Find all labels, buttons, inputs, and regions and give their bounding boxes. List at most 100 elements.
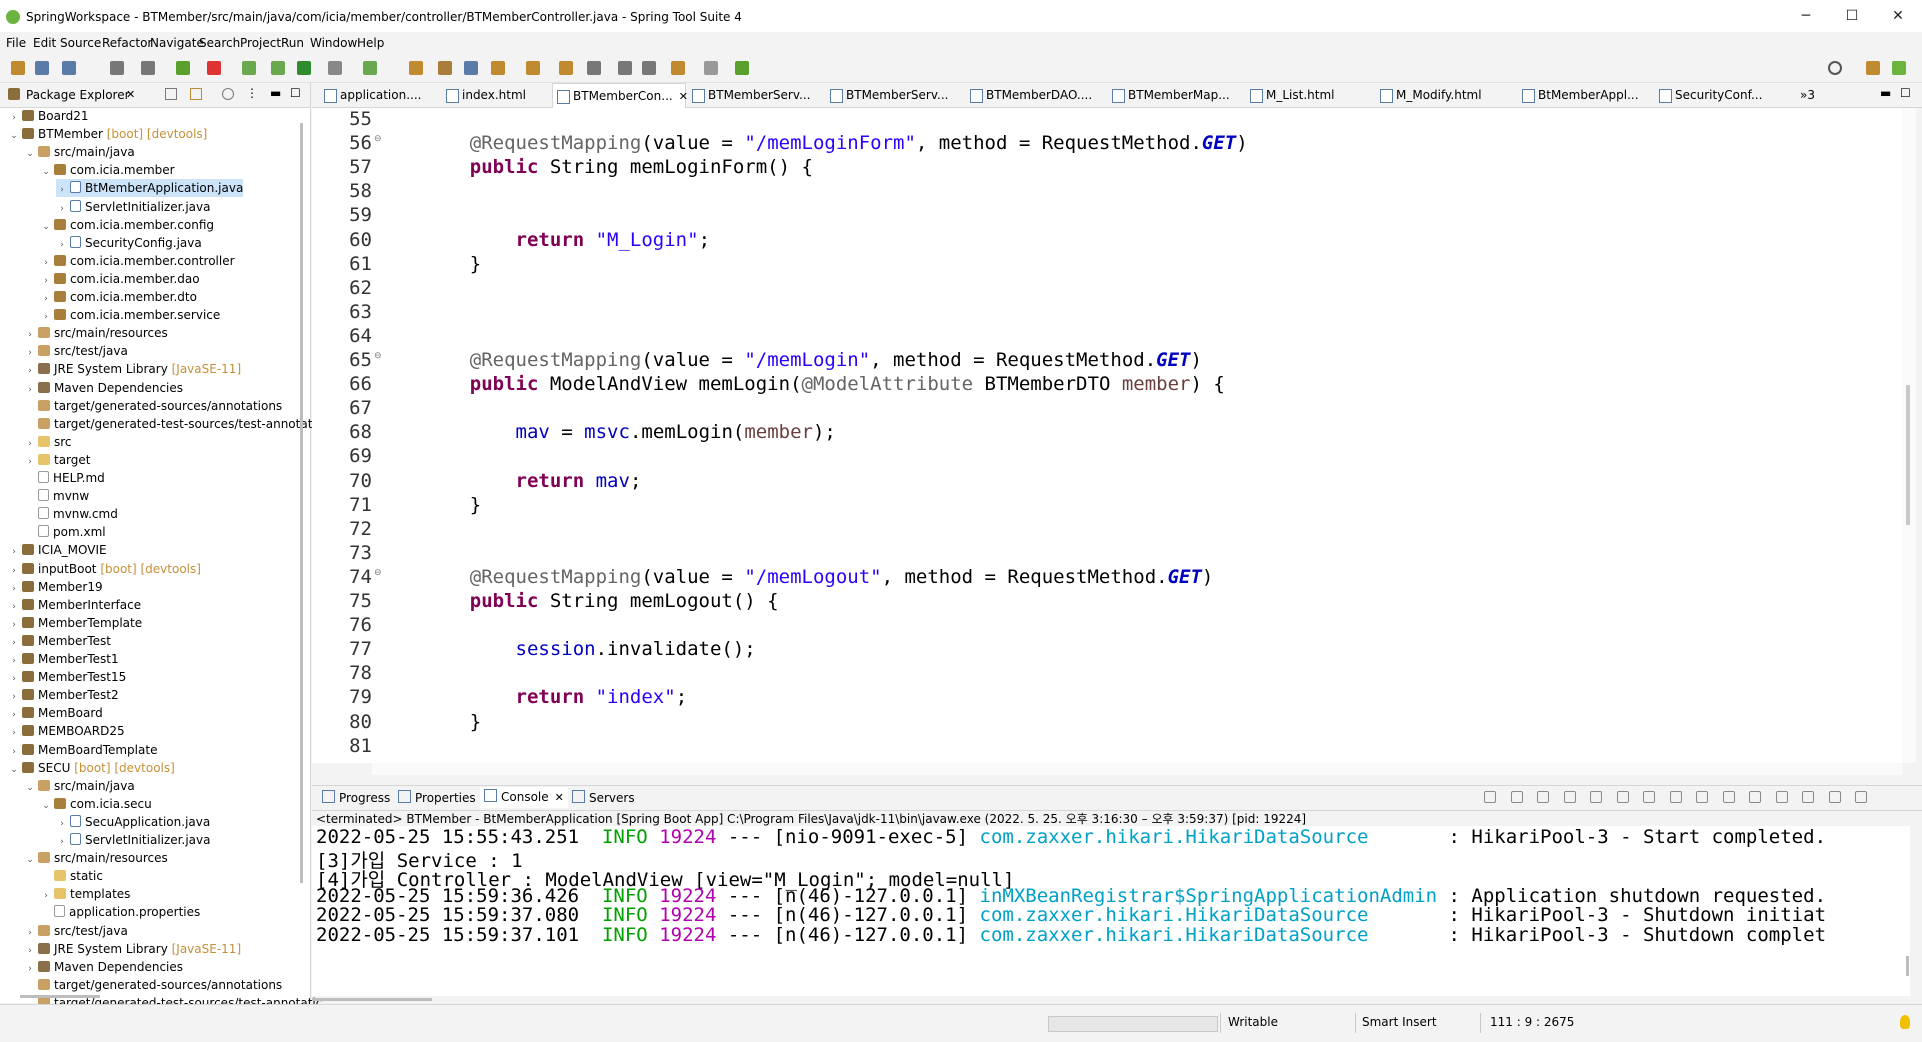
tree-item[interactable]: › src/test/java <box>24 342 128 360</box>
show-on-error-icon[interactable] <box>1669 791 1682 803</box>
new-icon[interactable] <box>11 61 25 75</box>
collapse-arrow-icon[interactable]: ⌄ <box>40 163 52 181</box>
editor-tab[interactable]: BTMemberCon... ✕ <box>552 83 688 108</box>
lightbulb-icon[interactable] <box>1900 1015 1910 1029</box>
tree-item[interactable]: › MemberTemplate <box>8 614 142 632</box>
last-edit-icon[interactable] <box>642 61 657 75</box>
maximize-button[interactable]: ☐ <box>1829 4 1875 28</box>
tree-item[interactable]: › Maven Dependencies <box>24 958 183 976</box>
editor-vscroll-thumb[interactable] <box>1906 385 1910 525</box>
code-line[interactable]: public String memLoginForm() { <box>424 156 813 178</box>
maximize-editor-icon[interactable]: ☐ <box>1900 86 1911 100</box>
tree-scrollbar[interactable] <box>300 123 303 883</box>
code-editor[interactable]: 55 56 ⊖ @RequestMapping(value = "/memLogin… <box>312 108 1912 763</box>
tree-item[interactable]: target/generated-test-sources/test-annot… <box>24 415 322 433</box>
console-tab-properties[interactable]: Properties <box>398 790 476 805</box>
tree-item[interactable]: › SecurityConfig.java <box>56 234 202 252</box>
print-icon[interactable] <box>110 61 124 75</box>
minimize-view-icon[interactable]: ▬ <box>270 86 281 100</box>
new-server-icon[interactable] <box>409 61 424 75</box>
console-tab-progress[interactable]: Progress <box>322 790 390 805</box>
collapse-all-icon[interactable] <box>165 88 177 100</box>
code-line[interactable]: } <box>424 494 481 516</box>
close-icon[interactable]: ✕ <box>679 90 688 103</box>
tree-item[interactable]: › inputBoot [boot] [devtools] <box>8 560 201 578</box>
code-line[interactable]: } <box>424 711 481 733</box>
tree-item[interactable]: › JRE System Library [JavaSE-11] <box>24 360 241 378</box>
code-line[interactable]: @RequestMapping(value = "/memLoginForm",… <box>424 132 1248 154</box>
tree-item[interactable]: › src/test/java <box>24 922 128 940</box>
new-console-icon[interactable] <box>1775 791 1788 803</box>
code-line[interactable]: mav = msvc.memLogin(member); <box>424 421 836 443</box>
remove-all-icon[interactable] <box>1563 791 1576 803</box>
save-all-icon[interactable] <box>61 61 76 75</box>
tree-item[interactable]: › MemBoardTemplate <box>8 741 157 759</box>
menu-window[interactable]: Window <box>310 36 357 50</box>
tree-item[interactable]: › JRE System Library [JavaSE-11] <box>24 940 241 958</box>
spring-perspective-icon[interactable] <box>1892 61 1906 75</box>
code-line[interactable]: } <box>424 253 481 275</box>
run-dropdown-icon[interactable] <box>327 61 342 75</box>
run-icon[interactable] <box>297 61 311 75</box>
tree-item[interactable]: ⌄ src/main/java <box>24 777 135 795</box>
tree-item[interactable]: › MemberTest1 <box>8 650 118 668</box>
search-icon[interactable] <box>558 61 573 75</box>
view-menu-icon[interactable]: ⋮ <box>246 86 258 100</box>
pin-editor-icon[interactable] <box>734 61 749 75</box>
tree-item[interactable]: target/generated-sources/annotations <box>24 976 282 994</box>
console-vscrollbar[interactable] <box>1906 956 1909 976</box>
close-icon[interactable]: ✕ <box>126 88 135 101</box>
next-annotation-icon[interactable] <box>587 61 602 75</box>
menu-file[interactable]: File <box>6 36 26 50</box>
code-line[interactable]: return "M_Login"; <box>424 229 711 251</box>
tree-item[interactable]: › templates <box>40 885 130 903</box>
close-icon[interactable]: ✕ <box>555 791 564 804</box>
tree-item[interactable]: › com.icia.member.dao <box>40 270 199 288</box>
tree-item[interactable]: › src/main/resources <box>24 324 168 342</box>
search-icon[interactable] <box>1828 61 1842 75</box>
editor-tab[interactable]: BTMemberMap... <box>1108 83 1246 107</box>
tree-item[interactable]: › src <box>24 433 71 451</box>
scroll-lock-icon[interactable] <box>1590 791 1602 803</box>
minimize-button[interactable]: ─ <box>1783 4 1829 28</box>
tree-item[interactable]: › ServletInitializer.java <box>56 198 210 216</box>
fold-icon[interactable]: ⊖ <box>374 568 382 578</box>
tree-item[interactable]: › ICIA_MOVIE <box>8 541 106 559</box>
pin-console-icon[interactable] <box>1696 791 1708 803</box>
coverage-icon[interactable] <box>363 61 377 75</box>
editor-tab[interactable]: SecurityConf... <box>1655 83 1793 107</box>
remove-launch-icon[interactable] <box>1537 791 1549 803</box>
skip-breakpoints-icon[interactable] <box>140 61 155 75</box>
collapse-arrow-icon[interactable]: ⌄ <box>24 779 36 797</box>
tree-item[interactable]: › MemBoard <box>8 704 103 722</box>
tree-item[interactable]: › com.icia.member.dto <box>40 288 197 306</box>
editor-tab[interactable]: BtMemberAppl... <box>1518 83 1656 107</box>
tree-item[interactable]: › Member19 <box>8 578 102 596</box>
back-icon[interactable] <box>671 61 685 75</box>
prev-annotation-icon[interactable] <box>618 61 633 75</box>
filter-icon[interactable] <box>222 88 234 100</box>
tree-item[interactable]: pom.xml <box>24 523 106 541</box>
code-line[interactable]: return mav; <box>424 470 642 492</box>
tree-item[interactable]: › MemberTest2 <box>8 686 118 704</box>
fold-icon[interactable]: ⊖ <box>374 351 382 361</box>
close-button[interactable]: ✕ <box>1875 4 1921 28</box>
tree-hscrollbar[interactable] <box>20 995 100 998</box>
boot-dashboard-icon[interactable] <box>176 61 190 75</box>
editor-overflow-icon[interactable]: »3 <box>1800 83 1815 107</box>
code-line[interactable]: @RequestMapping(value = "/memLogin", met… <box>424 349 1202 371</box>
collapse-arrow-icon[interactable]: ⌄ <box>40 797 52 815</box>
tree-item[interactable]: ⌄ BTMember [boot] [devtools] <box>8 125 207 143</box>
editor-tab[interactable]: M_Modify.html <box>1376 83 1514 107</box>
menu-source[interactable]: Source <box>60 36 101 50</box>
forward-icon[interactable] <box>704 61 718 75</box>
link-editor-icon[interactable] <box>190 88 202 100</box>
menu-edit[interactable]: Edit <box>33 36 56 50</box>
package-explorer-title[interactable]: Package Explorer <box>26 88 130 102</box>
editor-tab[interactable]: application.... <box>320 83 458 107</box>
tree-item[interactable]: mvnw <box>24 487 89 505</box>
tree-item[interactable]: HELP.md <box>24 469 105 487</box>
word-wrap-icon[interactable] <box>1616 791 1629 803</box>
editor-tab[interactable]: BTMemberDAO.... <box>966 83 1104 107</box>
code-line[interactable]: @RequestMapping(value = "/memLogout", me… <box>424 566 1214 588</box>
